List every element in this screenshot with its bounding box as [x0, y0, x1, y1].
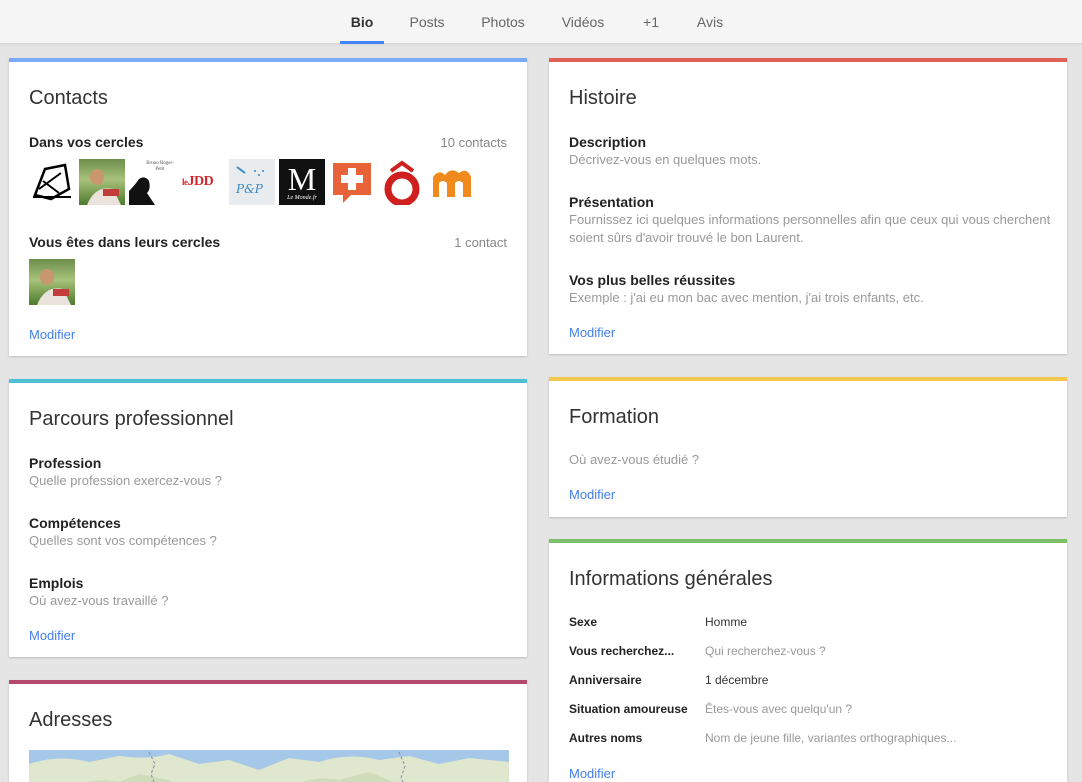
their-circles-label: Vous êtes dans leurs cercles: [29, 234, 221, 250]
adresses-title: Adresses: [29, 709, 113, 731]
competences-label: Compétences: [29, 515, 121, 531]
infos-card: Informations générales Sexe Homme Vous r…: [549, 539, 1067, 782]
avatar-lejdd-logo[interactable]: leJDD: [179, 159, 225, 205]
presentation-hint[interactable]: Fournissez ici quelques informations per…: [569, 211, 1053, 247]
emplois-label: Emplois: [29, 575, 84, 591]
tab-photos[interactable]: Photos: [474, 0, 532, 44]
avatar-plus-logo[interactable]: [329, 159, 375, 205]
reussites-hint[interactable]: Exemple : j'ai eu mon bac avec mention, …: [569, 289, 1049, 307]
avatar-pp-logo[interactable]: P&P: [229, 159, 275, 205]
profile-tabs-bar: Bio Posts Photos Vidéos +1 Avis: [0, 0, 1082, 44]
contacts-card: Contacts Dans vos cercles 10 contacts Br…: [9, 58, 527, 356]
address-map[interactable]: [29, 750, 509, 782]
avatar-lemonde-logo[interactable]: M Le Monde.fr: [279, 159, 325, 205]
tab-avis[interactable]: Avis: [688, 0, 732, 44]
formation-edit-link[interactable]: Modifier: [569, 487, 615, 502]
contacts-edit-link[interactable]: Modifier: [29, 327, 75, 342]
parcours-card: Parcours professionnel Profession Quelle…: [9, 379, 527, 657]
avatar-person-photo[interactable]: [79, 159, 125, 205]
anniversaire-label: Anniversaire: [569, 673, 642, 687]
avatar-drawing[interactable]: [29, 159, 75, 205]
tab-bio[interactable]: Bio: [340, 0, 384, 44]
description-label: Description: [569, 134, 647, 150]
adresses-card: Adresses: [9, 680, 527, 782]
formation-card: Formation Où avez-vous étudié ? Modifier: [549, 377, 1067, 517]
anniversaire-value[interactable]: 1 décembre: [705, 673, 768, 687]
histoire-card: Histoire Description Décrivez-vous en qu…: [549, 58, 1067, 354]
contacts-title: Contacts: [29, 87, 108, 109]
tab-plus-one[interactable]: +1: [634, 0, 668, 44]
histoire-edit-link[interactable]: Modifier: [569, 325, 615, 340]
profession-label: Profession: [29, 455, 102, 471]
reussites-label: Vos plus belles réussites: [569, 272, 736, 288]
avatar-person-photo-follower[interactable]: [29, 259, 75, 305]
parcours-edit-link[interactable]: Modifier: [29, 628, 75, 643]
description-hint[interactable]: Décrivez-vous en quelques mots.: [569, 151, 1049, 169]
recherche-value[interactable]: Qui recherchez-vous ?: [705, 644, 826, 658]
tab-videos[interactable]: Vidéos: [554, 0, 612, 44]
their-circles-count[interactable]: 1 contact: [454, 235, 507, 250]
formation-title: Formation: [569, 406, 660, 428]
profession-hint[interactable]: Quelle profession exercez-vous ?: [29, 472, 222, 490]
avatar-m-logo[interactable]: [429, 159, 475, 205]
recherche-label: Vous recherchez...: [569, 644, 675, 658]
presentation-label: Présentation: [569, 194, 654, 210]
competences-hint[interactable]: Quelles sont vos compétences ?: [29, 532, 217, 550]
histoire-title: Histoire: [569, 87, 637, 109]
in-circles-label: Dans vos cercles: [29, 134, 144, 150]
emplois-hint[interactable]: Où avez-vous travaillé ?: [29, 592, 168, 610]
sexe-label: Sexe: [569, 615, 598, 629]
infos-edit-link[interactable]: Modifier: [569, 766, 615, 781]
autres-noms-value[interactable]: Nom de jeune fille, variantes orthograph…: [705, 731, 956, 745]
parcours-title: Parcours professionnel: [29, 408, 234, 430]
autres-noms-label: Autres noms: [569, 731, 643, 745]
situation-label: Situation amoureuse: [569, 702, 688, 716]
infos-title: Informations générales: [569, 568, 773, 590]
avatar-o-logo[interactable]: [379, 159, 425, 205]
in-circles-count[interactable]: 10 contacts: [441, 135, 508, 150]
tab-posts[interactable]: Posts: [402, 0, 452, 44]
avatar-book-cover[interactable]: Bruno Roger-Petit: [129, 159, 175, 205]
formation-hint[interactable]: Où avez-vous étudié ?: [569, 451, 699, 469]
sexe-value[interactable]: Homme: [705, 615, 747, 629]
situation-value[interactable]: Êtes-vous avec quelqu'un ?: [705, 702, 852, 716]
